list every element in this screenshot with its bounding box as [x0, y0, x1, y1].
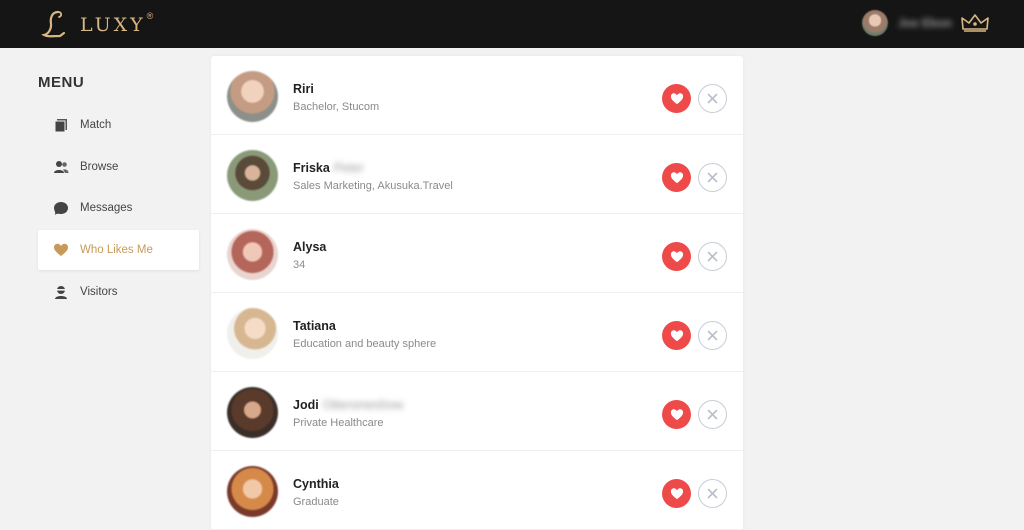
sidebar-item-who-likes-me[interactable]: Who Likes Me	[38, 230, 199, 270]
avatar[interactable]	[227, 308, 278, 359]
sidebar-item-visitors[interactable]: Visitors	[38, 272, 199, 312]
profile-name[interactable]: Cynthia	[293, 477, 339, 491]
avatar[interactable]	[227, 387, 278, 438]
profile-detail: Private Healthcare	[293, 417, 384, 429]
avatar[interactable]	[227, 71, 278, 122]
list-item[interactable]: Alysa 34	[211, 214, 743, 293]
sidebar-item-label: Visitors	[80, 286, 118, 298]
profile-name[interactable]: Riri	[293, 82, 314, 96]
who-likes-me-list: Riri Bachelor, Stucom Friska Peter Sales …	[211, 56, 743, 530]
profile-detail: Graduate	[293, 496, 339, 508]
user-name[interactable]: Joe Ebon	[898, 16, 952, 30]
sidebar-item-label: Who Likes Me	[80, 244, 153, 256]
list-item[interactable]: Jodi Ottersmeshow Private Healthcare	[211, 372, 743, 451]
close-icon	[707, 172, 718, 183]
like-button[interactable]	[662, 400, 691, 429]
crown-icon	[961, 14, 989, 32]
list-item[interactable]: Cynthia Graduate	[211, 451, 743, 530]
user-menu[interactable]: Joe Ebon	[861, 10, 990, 36]
list-item[interactable]: Riri Bachelor, Stucom	[211, 56, 743, 135]
profile-name[interactable]: Friska Peter	[293, 161, 364, 175]
menu-title: MENU	[38, 74, 85, 91]
profile-detail: 34	[293, 259, 306, 271]
heart-icon	[670, 172, 683, 184]
cards-icon	[54, 119, 67, 133]
sidebar-item-browse[interactable]: Browse	[38, 147, 199, 187]
profile-name[interactable]: Alysa	[293, 240, 326, 254]
profile-name[interactable]: Tatiana	[293, 319, 336, 333]
sidebar-item-label: Match	[80, 119, 112, 131]
brand-name: LUXY	[80, 14, 146, 36]
registered-mark: ®	[146, 11, 154, 21]
luxy-logo[interactable]: LUXY ®	[38, 8, 153, 40]
pass-button[interactable]	[698, 163, 727, 192]
heart-icon	[670, 488, 683, 500]
sidebar-item-label: Messages	[80, 202, 133, 214]
list-item[interactable]: Tatiana Education and beauty sphere	[211, 293, 743, 372]
like-button[interactable]	[662, 163, 691, 192]
avatar[interactable]	[227, 150, 278, 201]
top-bar: LUXY ® Joe Ebon	[0, 0, 1024, 48]
heart-icon	[54, 243, 68, 256]
heart-icon	[670, 409, 683, 421]
avatar[interactable]	[227, 466, 278, 517]
close-icon	[707, 330, 718, 341]
pass-button[interactable]	[698, 242, 727, 271]
heart-icon	[670, 93, 683, 105]
profile-detail: Sales Marketing, Akusuka.Travel	[293, 180, 453, 192]
close-icon	[707, 93, 718, 104]
luxy-l-logo-icon	[41, 10, 66, 38]
like-button[interactable]	[662, 321, 691, 350]
profile-detail: Education and beauty sphere	[293, 338, 437, 350]
pass-button[interactable]	[698, 400, 727, 429]
like-button[interactable]	[662, 84, 691, 113]
pass-button[interactable]	[698, 479, 727, 508]
users-icon	[54, 161, 69, 173]
sidebar-item-match[interactable]: Match	[38, 105, 199, 145]
close-icon	[707, 409, 718, 420]
user-avatar[interactable]	[861, 10, 888, 36]
like-button[interactable]	[662, 479, 691, 508]
heart-icon	[670, 251, 683, 263]
avatar[interactable]	[227, 229, 278, 280]
close-icon	[707, 488, 718, 499]
list-item[interactable]: Friska Peter Sales Marketing, Akusuka.Tra…	[211, 135, 743, 214]
profile-detail: Bachelor, Stucom	[293, 101, 380, 113]
heart-icon	[670, 330, 683, 342]
close-icon	[707, 251, 718, 262]
sidebar-item-label: Browse	[80, 161, 119, 173]
pass-button[interactable]	[698, 321, 727, 350]
visitor-icon	[55, 286, 67, 299]
pass-button[interactable]	[698, 84, 727, 113]
chat-bubble-icon	[54, 202, 68, 215]
sidebar-item-messages[interactable]: Messages	[38, 188, 199, 228]
like-button[interactable]	[662, 242, 691, 271]
profile-name[interactable]: Jodi Ottersmeshow	[293, 398, 403, 412]
